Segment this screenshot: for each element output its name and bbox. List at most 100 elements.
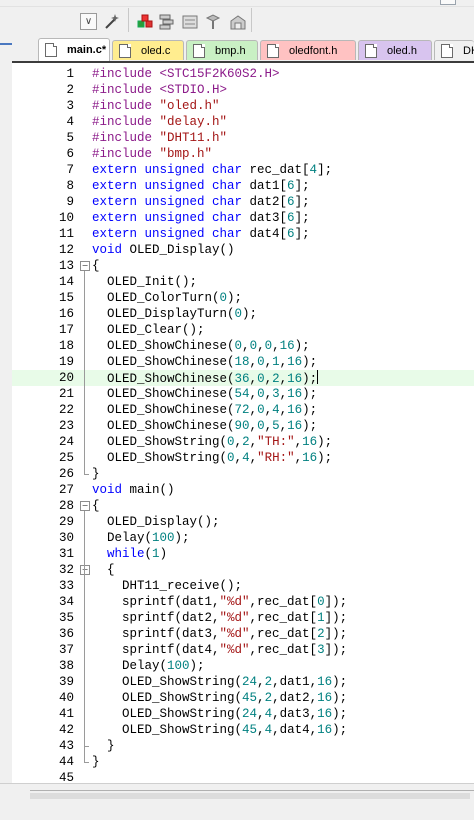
- line-number: 42: [58, 723, 74, 737]
- code-line[interactable]: 38 Delay(100);: [12, 658, 474, 674]
- code-line[interactable]: 2 #include <STDIO.H>: [12, 82, 474, 98]
- code-line[interactable]: 43 }: [12, 738, 474, 754]
- code-token: ,dat4,: [272, 723, 318, 737]
- wand-icon[interactable]: [102, 11, 122, 33]
- target-dropdown-button[interactable]: ∨: [80, 13, 97, 30]
- code-token: dat4[: [249, 227, 288, 241]
- code-line[interactable]: 25 OLED_ShowString(0,4,"RH:",16);: [12, 450, 474, 466]
- fold-toggle[interactable]: −: [80, 501, 90, 511]
- code-token: ,: [279, 387, 288, 401]
- code-line[interactable]: 22 OLED_ShowChinese(72,0,4,16);: [12, 402, 474, 418]
- code-line[interactable]: 31 while(1): [12, 546, 474, 562]
- code-line[interactable]: 18 OLED_ShowChinese(0,0,0,16);: [12, 338, 474, 354]
- code-line[interactable]: 39 OLED_ShowString(24,2,dat1,16);: [12, 674, 474, 690]
- line-number: 28: [58, 499, 74, 513]
- code-line[interactable]: 26}: [12, 466, 474, 482]
- code-token: 16: [317, 723, 333, 737]
- code-line[interactable]: 34 sprintf(dat1,"%d",rec_dat[0]);: [12, 594, 474, 610]
- code-line[interactable]: 40 OLED_ShowString(45,2,dat2,16);: [12, 690, 474, 706]
- line-number: 11: [58, 227, 74, 241]
- code-line[interactable]: 30 Delay(100);: [12, 530, 474, 546]
- code-line[interactable]: 29 OLED_Display();: [12, 514, 474, 530]
- debug-icon[interactable]: [180, 11, 200, 33]
- tab-main-c[interactable]: main.c*: [38, 38, 110, 61]
- tab-oledfont-h[interactable]: oledfont.h: [260, 40, 356, 60]
- code-line[interactable]: 14 OLED_Init();: [12, 274, 474, 290]
- code-line[interactable]: 20 OLED_ShowChinese(36,0,2,16);: [12, 370, 474, 386]
- line-number: 17: [58, 323, 74, 337]
- code-token: <STC15F2K60S2.H>: [159, 67, 280, 81]
- code-token: ,: [249, 451, 258, 465]
- code-line[interactable]: 23 OLED_ShowChinese(90,0,5,16);: [12, 418, 474, 434]
- scrollbar-thumb[interactable]: [30, 793, 470, 799]
- code-line[interactable]: 13−{: [12, 258, 474, 274]
- fold-end-marker: [84, 762, 89, 763]
- code-line[interactable]: 35 sprintf(dat2,"%d",rec_dat[1]);: [12, 610, 474, 626]
- code-token: #include: [92, 99, 160, 113]
- code-line[interactable]: 6 #include "bmp.h": [12, 146, 474, 162]
- code-line[interactable]: 5 #include "DHT11.h": [12, 130, 474, 146]
- window-icon[interactable]: [228, 11, 248, 33]
- code-token: Delay(: [92, 659, 168, 673]
- code-line[interactable]: 8 extern unsigned char dat1[6];: [12, 178, 474, 194]
- line-number: 32: [58, 563, 74, 577]
- code-line[interactable]: 33 DHT11_receive();: [12, 578, 474, 594]
- code-line[interactable]: 19 OLED_ShowChinese(18,0,1,16);: [12, 354, 474, 370]
- tab-bmp-h[interactable]: bmp.h: [186, 40, 258, 60]
- code-line[interactable]: 7 extern unsigned char rec_dat[4];: [12, 162, 474, 178]
- horizontal-scrollbar[interactable]: [30, 790, 474, 803]
- code-line[interactable]: 9 extern unsigned char dat2[6];: [12, 194, 474, 210]
- pin-icon[interactable]: [203, 11, 223, 33]
- code-token: ]);: [324, 595, 348, 609]
- code-token: );: [294, 339, 310, 353]
- code-line[interactable]: 10 extern unsigned char dat3[6];: [12, 210, 474, 226]
- code-line[interactable]: 37 sprintf(dat4,"%d",rec_dat[3]);: [12, 642, 474, 658]
- code-line[interactable]: 32− {: [12, 562, 474, 578]
- code-line[interactable]: 4 #include "delay.h": [12, 114, 474, 130]
- code-line[interactable]: 41 OLED_ShowString(24,4,dat3,16);: [12, 706, 474, 722]
- code-line[interactable]: 28−{: [12, 498, 474, 514]
- code-token: ,dat2,: [272, 691, 318, 705]
- code-line[interactable]: 44}: [12, 754, 474, 770]
- code-text: }: [92, 738, 115, 754]
- line-number: 2: [66, 83, 74, 97]
- code-token: 18: [234, 355, 250, 369]
- code-token: 16: [302, 435, 318, 449]
- code-token: 16: [302, 451, 318, 465]
- code-token: {: [92, 259, 100, 273]
- file-icon: [193, 43, 205, 58]
- tab-dht11[interactable]: DH: [434, 40, 474, 60]
- code-line[interactable]: 3 #include "oled.h": [12, 98, 474, 114]
- tab-oled-h[interactable]: oled.h: [358, 40, 432, 60]
- manage-components-icon[interactable]: [135, 11, 155, 33]
- code-token: );: [302, 419, 318, 433]
- code-line[interactable]: 24 OLED_ShowString(0,2,"TH:",16);: [12, 434, 474, 450]
- code-editor[interactable]: 1 #include <STC15F2K60S2.H> 2 #include <STD…: [12, 61, 474, 785]
- code-token: ];: [294, 179, 310, 193]
- fold-toggle[interactable]: −: [80, 261, 90, 271]
- line-number: 22: [58, 403, 74, 417]
- code-line[interactable]: 15 OLED_ColorTurn(0);: [12, 290, 474, 306]
- line-number: 24: [58, 435, 74, 449]
- code-line[interactable]: 27 void main(): [12, 482, 474, 498]
- code-token: OLED_Clear();: [92, 323, 205, 337]
- code-line[interactable]: 36 sprintf(dat3,"%d",rec_dat[2]);: [12, 626, 474, 642]
- fold-toggle[interactable]: −: [80, 565, 90, 575]
- code-line[interactable]: 12 void OLED_Display(): [12, 242, 474, 258]
- code-line[interactable]: 1 #include <STC15F2K60S2.H>: [12, 66, 474, 82]
- line-number: 20: [58, 371, 74, 385]
- code-token: OLED_ShowString(: [92, 691, 243, 705]
- code-line[interactable]: 21 OLED_ShowChinese(54,0,3,16);: [12, 386, 474, 402]
- code-line[interactable]: 42 OLED_ShowString(45,4,dat4,16);: [12, 722, 474, 738]
- code-token: {: [92, 563, 115, 577]
- code-line[interactable]: 17 OLED_Clear();: [12, 322, 474, 338]
- code-token: 6: [287, 211, 295, 225]
- code-line[interactable]: 16 OLED_DisplayTurn(0);: [12, 306, 474, 322]
- code-line[interactable]: 11 extern unsigned char dat4[6];: [12, 226, 474, 242]
- code-token: ,: [264, 372, 273, 386]
- tab-oled-c[interactable]: oled.c: [112, 40, 184, 60]
- batch-build-icon[interactable]: [157, 11, 177, 33]
- code-token: OLED_ShowString(: [92, 435, 228, 449]
- line-number: 1: [66, 67, 74, 81]
- code-token: 0: [264, 339, 273, 353]
